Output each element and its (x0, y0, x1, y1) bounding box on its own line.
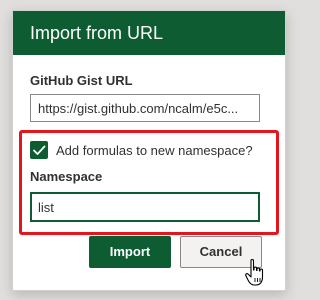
namespace-label: Namespace (30, 169, 103, 184)
gist-url-label: GitHub Gist URL (30, 73, 133, 88)
namespace-checkbox[interactable] (30, 141, 48, 159)
hand-pointer-icon (245, 259, 264, 286)
namespace-input[interactable] (30, 192, 260, 222)
namespace-checkbox-label[interactable]: Add formulas to new namespace? (56, 143, 253, 158)
checkmark-icon (33, 145, 46, 155)
dialog-title: Import from URL (13, 11, 285, 55)
import-button[interactable]: Import (89, 236, 171, 268)
import-from-url-dialog: Import from URL GitHub Gist URL Add form… (12, 10, 286, 291)
gist-url-input[interactable] (30, 94, 260, 122)
